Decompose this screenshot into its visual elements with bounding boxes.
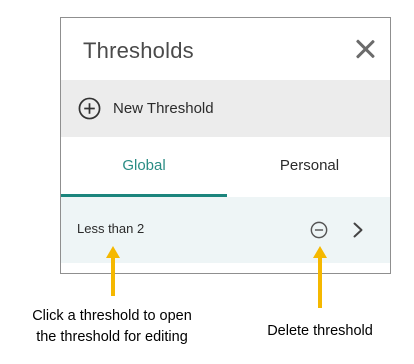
annotation-open-line-2: the threshold for editing [36,329,188,345]
panel-header: Thresholds [61,18,390,80]
minus-circle-icon[interactable] [310,221,328,239]
tab-bar: Global Personal [61,137,390,197]
close-icon[interactable] [354,38,376,60]
tab-personal[interactable]: Personal [227,137,390,197]
chevron-right-icon[interactable] [352,221,364,239]
thresholds-panel: Thresholds New Threshold Global Personal… [60,17,391,274]
tab-global[interactable]: Global [61,137,227,197]
tab-global-label: Global [122,157,166,174]
annotation-open-threshold: Click a threshold to open the threshold … [17,306,207,348]
annotation-delete-threshold: Delete threshold [267,323,373,339]
plus-circle-icon [78,97,101,120]
new-threshold-label: New Threshold [113,100,214,117]
annotation-arrow-left [106,246,120,296]
tab-personal-label: Personal [279,157,340,174]
annotation-open-line-1: Click a threshold to open [32,308,192,324]
new-threshold-button[interactable]: New Threshold [61,80,390,137]
annotation-arrow-right [313,246,327,308]
threshold-label: Less than 2 [77,221,145,236]
panel-title: Thresholds [83,38,194,63]
